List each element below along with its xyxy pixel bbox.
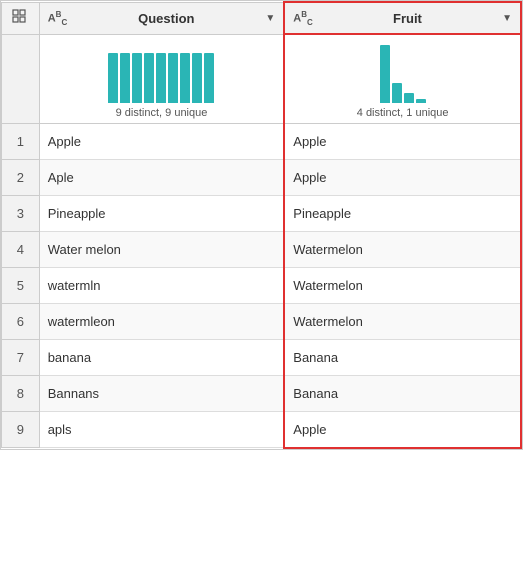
fruit-cell: Watermelon — [284, 268, 521, 304]
row-index: 3 — [2, 196, 40, 232]
table-row: 7bananaBanana — [2, 340, 522, 376]
fruit-cell: Banana — [284, 376, 521, 412]
bar — [144, 53, 154, 103]
row-index: 8 — [2, 376, 40, 412]
bar — [416, 99, 426, 103]
table-row: 2ApleApple — [2, 160, 522, 196]
fruit-cell: Apple — [284, 412, 521, 448]
bar — [392, 83, 402, 103]
row-index: 1 — [2, 124, 40, 160]
header-row: ABC Question ▼ ABC Fruit ▼ — [2, 2, 522, 34]
bar — [132, 53, 142, 103]
fruit-type-icon: ABC — [293, 10, 313, 27]
grid-icon — [12, 9, 28, 25]
fruit-dropdown-icon[interactable]: ▼ — [502, 13, 512, 24]
question-cell: watermln — [39, 268, 284, 304]
question-cell: Water melon — [39, 232, 284, 268]
fruit-column-label: Fruit — [319, 11, 496, 26]
fruit-cell: Apple — [284, 124, 521, 160]
row-index: 7 — [2, 340, 40, 376]
row-index: 2 — [2, 160, 40, 196]
question-column-header[interactable]: ABC Question ▼ — [39, 2, 284, 34]
fruit-cell: Watermelon — [284, 304, 521, 340]
table-body: 1AppleApple2ApleApple3PineapplePineapple… — [2, 124, 522, 448]
bar — [380, 45, 390, 103]
table-row: 4Water melonWatermelon — [2, 232, 522, 268]
question-cell: Apple — [39, 124, 284, 160]
question-bars — [108, 43, 214, 103]
table-row: 9aplsApple — [2, 412, 522, 448]
bar — [204, 53, 214, 103]
histogram-row: 9 distinct, 9 unique 4 distinct, 1 uniqu… — [2, 34, 522, 124]
fruit-cell: Apple — [284, 160, 521, 196]
question-type-icon: ABC — [48, 10, 68, 27]
table-row: 5watermlnWatermelon — [2, 268, 522, 304]
row-index: 5 — [2, 268, 40, 304]
question-dropdown-icon[interactable]: ▼ — [265, 13, 275, 24]
table-row: 6watermleonWatermelon — [2, 304, 522, 340]
question-cell: watermleon — [39, 304, 284, 340]
fruit-cell: Banana — [284, 340, 521, 376]
fruit-cell: Pineapple — [284, 196, 521, 232]
bar — [120, 53, 130, 103]
question-cell: banana — [39, 340, 284, 376]
bar — [180, 53, 190, 103]
fruit-hist-label: 4 distinct, 1 unique — [357, 107, 449, 119]
bar — [404, 93, 414, 103]
histogram-index-cell — [2, 34, 40, 124]
bar — [108, 53, 118, 103]
question-cell: apls — [39, 412, 284, 448]
data-table: ABC Question ▼ ABC Fruit ▼ — [0, 0, 523, 450]
row-index: 6 — [2, 304, 40, 340]
row-index: 9 — [2, 412, 40, 448]
fruit-cell: Watermelon — [284, 232, 521, 268]
question-cell: Aple — [39, 160, 284, 196]
fruit-histogram-cell: 4 distinct, 1 unique — [284, 34, 521, 124]
row-index: 4 — [2, 232, 40, 268]
fruit-bars — [380, 43, 426, 103]
index-header — [2, 2, 40, 34]
question-column-label: Question — [73, 11, 259, 26]
table-row: 3PineapplePineapple — [2, 196, 522, 232]
bar — [192, 53, 202, 103]
table-row: 8BannansBanana — [2, 376, 522, 412]
question-cell: Bannans — [39, 376, 284, 412]
fruit-column-header[interactable]: ABC Fruit ▼ — [284, 2, 521, 34]
bar — [168, 53, 178, 103]
question-histogram-cell: 9 distinct, 9 unique — [39, 34, 284, 124]
question-hist-label: 9 distinct, 9 unique — [116, 107, 208, 119]
bar — [156, 53, 166, 103]
table-row: 1AppleApple — [2, 124, 522, 160]
question-cell: Pineapple — [39, 196, 284, 232]
